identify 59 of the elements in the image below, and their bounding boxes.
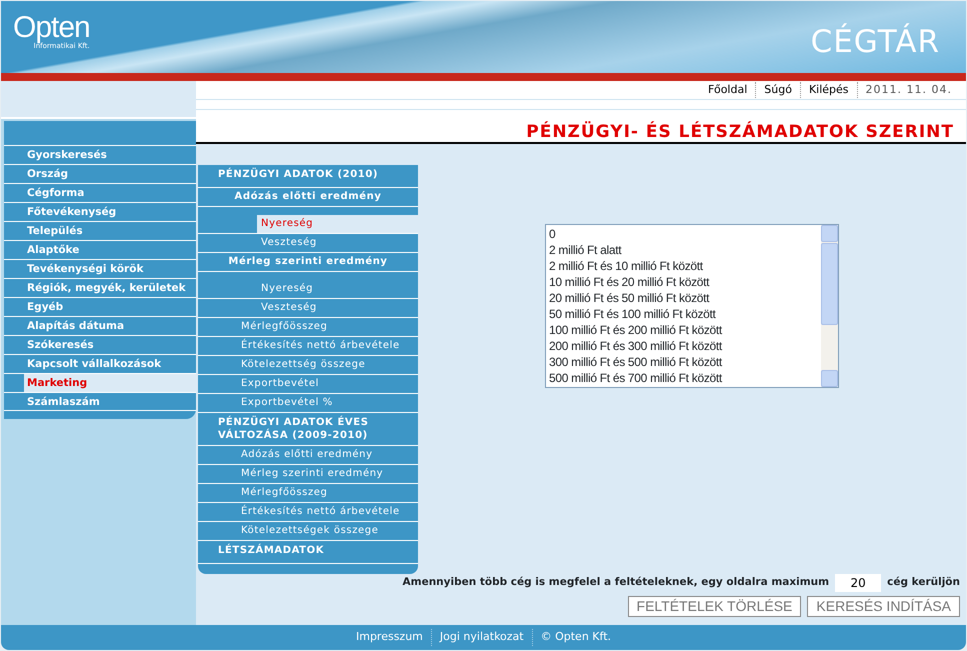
sidebar-item[interactable]: Alaptőke xyxy=(4,240,196,259)
menu-section-header[interactable]: LÉTSZÁMADATOK xyxy=(198,541,418,564)
logo-text: Opten xyxy=(13,13,90,43)
sidebar-item[interactable]: Tevékenységi körök xyxy=(4,259,196,278)
menu-section-header[interactable]: PÉNZÜGYI ADATOK ÉVES VÁLTOZÁSA (2009-2010) xyxy=(198,413,418,446)
sidebar-item[interactable]: Marketing xyxy=(4,373,196,392)
menu-item[interactable]: Értékesítés nettó árbevétele xyxy=(198,503,418,522)
menu-item[interactable]: Értékesítés nettó árbevétele xyxy=(198,337,418,356)
menu-item[interactable]: Adózás előtti eredmény xyxy=(198,446,418,465)
action-button[interactable]: KERESÉS INDÍTÁSA xyxy=(807,596,960,617)
list-option[interactable]: 20 millió Ft és 50 millió Ft között xyxy=(549,290,818,306)
list-option[interactable]: 50 millió Ft és 100 millió Ft között xyxy=(549,306,818,322)
page-size-field[interactable]: 20 xyxy=(835,574,882,592)
menu-item[interactable]: Veszteség xyxy=(198,234,418,253)
menu-item[interactable]: Mérlegfőösszeg xyxy=(198,484,418,503)
action-button[interactable]: FELTÉTELEK TÖRLÉSE xyxy=(628,596,802,617)
menu-item[interactable]: Veszteség xyxy=(198,299,418,318)
list-option[interactable]: 100 millió Ft és 200 millió Ft között xyxy=(549,322,818,338)
menu-item[interactable]: Mérlegfőösszeg xyxy=(198,318,418,337)
list-option[interactable]: 300 millió Ft és 500 millió Ft között xyxy=(549,354,818,370)
app-title: CÉGTÁR xyxy=(810,22,940,62)
list-option[interactable]: 2 millió Ft alatt xyxy=(549,242,818,258)
menu-item[interactable]: Exportbevétel xyxy=(198,375,418,394)
sidebar-item[interactable]: Számlaszám xyxy=(4,392,196,411)
page-title: PÉNZÜGYI- ÉS LÉTSZÁMADATOK SZERINT xyxy=(196,110,966,144)
sidebar-item[interactable]: Ország xyxy=(4,164,196,183)
sidebar-item[interactable]: Település xyxy=(4,221,196,240)
nav-link[interactable]: Főoldal xyxy=(700,82,756,98)
menu-item[interactable]: Exportbevétel % xyxy=(198,394,418,413)
sidebar-item[interactable]: Szókeresés xyxy=(4,335,196,354)
menu-item[interactable]: Kötelezettség összege xyxy=(198,356,418,375)
sidebar-item[interactable]: Gyorskeresés xyxy=(4,145,196,164)
menu-item[interactable]: Mérleg szerinti eredmény xyxy=(198,465,418,484)
page-size-suffix: cég kerüljön xyxy=(887,575,960,590)
footer-link[interactable]: © Opten Kft. xyxy=(532,629,619,646)
sidebar-item[interactable]: Egyéb xyxy=(4,297,196,316)
date-text: 2011. 11. 04. xyxy=(864,82,953,98)
sidebar-item[interactable]: Cégforma xyxy=(4,183,196,202)
sidebar-item[interactable]: Főtevékenység xyxy=(4,202,196,221)
list-option[interactable]: 500 millió Ft és 700 millió Ft között xyxy=(549,370,818,386)
menu-item[interactable]: Nyereség xyxy=(198,215,418,234)
nav-link[interactable]: Kilépés xyxy=(800,82,858,98)
sidebar-item[interactable]: Régiók, megyék, kerületek xyxy=(4,278,196,297)
menu-section-header[interactable]: Mérleg szerinti eredmény xyxy=(198,253,418,272)
page-size-label: Amennyiben több cég is megfelel a feltételeknek, egy oldalra maximum xyxy=(402,575,830,590)
menu-item[interactable]: Nyereség xyxy=(198,280,418,299)
list-option[interactable]: 2 millió Ft és 10 millió Ft között xyxy=(549,258,818,274)
menu-section-header[interactable]: Adózás előtti eredmény xyxy=(198,188,418,207)
listbox[interactable] xyxy=(545,224,839,388)
footer-link[interactable]: Impresszum xyxy=(348,629,432,646)
list-option[interactable]: 10 millió Ft és 20 millió Ft között xyxy=(549,274,818,290)
menu-section-header[interactable]: PÉNZÜGYI ADATOK (2010) xyxy=(198,165,418,188)
footer-link[interactable]: Jogi nyilatkozat xyxy=(432,629,533,646)
menu-item[interactable]: Kötelezettségek összege xyxy=(198,522,418,541)
sidebar-item[interactable]: Alapítás dátuma xyxy=(4,316,196,335)
list-option[interactable]: 200 millió Ft és 300 millió Ft között xyxy=(549,338,818,354)
nav-link[interactable]: Súgó xyxy=(756,82,801,98)
scrollbar[interactable] xyxy=(821,225,838,387)
list-option[interactable]: 0 xyxy=(549,226,818,242)
